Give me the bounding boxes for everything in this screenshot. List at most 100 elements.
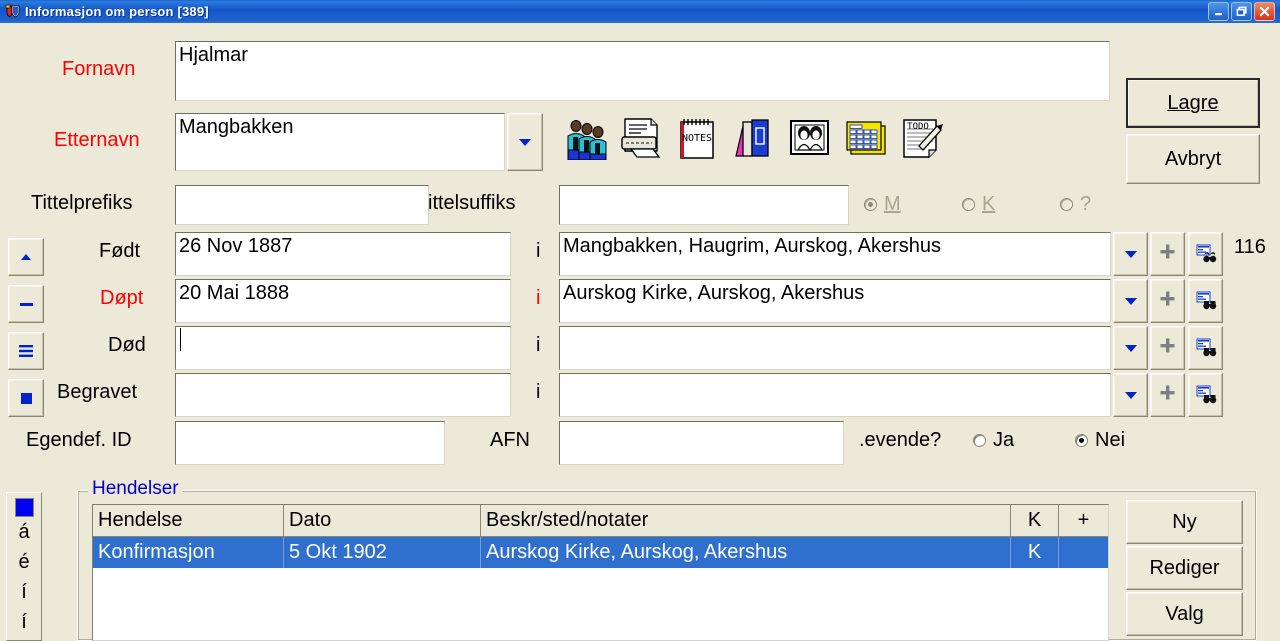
radio-dot-k [962,198,975,211]
tittelprefiks-label: Tittelprefiks [31,192,133,214]
table-row[interactable]: Konfirmasjon 5 Okt 1902 Aurskog Kirke, A… [93,537,1108,568]
nav-minus-button[interactable] [8,285,44,323]
window-controls [1208,2,1278,21]
egendef-id-input[interactable] [175,421,445,465]
fodt-place-input[interactable]: Mangbakken, Haugrim, Aurskog, Akershus [559,232,1111,276]
valg-button[interactable]: Valg [1126,592,1243,636]
fodt-place-dropdown-button[interactable] [1113,232,1148,276]
accent-char-i[interactable]: í [7,577,41,607]
fodt-date-value: 26 Nov 1887 [179,235,293,257]
accent-char-i2[interactable]: í [7,607,41,637]
restore-button[interactable] [1231,2,1252,21]
afn-input[interactable] [559,421,844,465]
close-button[interactable] [1254,2,1275,21]
notes-pad-icon[interactable]: NOTES [675,116,721,160]
fodt-date-input[interactable]: 26 Nov 1887 [175,232,511,276]
levende-radio-ja[interactable]: Ja [973,429,1014,452]
books-icon[interactable] [731,116,777,160]
nav-up-button[interactable] [8,238,44,276]
gender-radio-m[interactable]: M [864,193,901,216]
radio-dot-m [864,198,877,211]
calendar-grid-icon[interactable] [843,116,889,160]
ny-button-label: Ny [1172,510,1197,533]
dopt-sep-label: i [536,287,541,309]
begravet-date-input[interactable] [175,373,511,417]
window-title: Informasjon om person [389] [25,4,209,19]
fodt-add-button[interactable] [1150,232,1185,276]
cell-k: K [1011,537,1059,568]
gender-unknown-label: ? [1080,193,1092,215]
gender-radio-unknown[interactable]: ? [1060,193,1091,216]
cell-hendelse: Konfirmasjon [93,537,284,568]
begravet-add-button[interactable] [1150,373,1185,417]
etternavn-input[interactable]: Mangbakken [175,113,505,171]
fornavn-input[interactable]: Hjalmar [175,41,1110,101]
photo-frame-icon[interactable] [787,116,833,160]
dod-place-input[interactable] [559,326,1111,370]
plus-icon [1160,291,1175,311]
hendelser-group-title: Hendelser [88,478,183,500]
gender-radio-k[interactable]: K [962,193,995,216]
dopt-place-input[interactable]: Aurskog Kirke, Aurskog, Akershus [559,279,1111,323]
column-header-hendelse[interactable]: Hendelse [93,505,284,537]
dopt-date-input[interactable]: 20 Mai 1888 [175,279,511,323]
etternavn-label: Etternavn [54,129,140,151]
dopt-place-value: Aurskog Kirke, Aurskog, Akershus [563,282,865,304]
levende-radio-nei[interactable]: Nei [1075,429,1125,452]
dod-add-button[interactable] [1150,326,1185,370]
avbryt-button-label: Avbryt [1164,147,1222,170]
fornavn-value: Hjalmar [179,44,248,66]
minimize-button[interactable] [1208,2,1229,21]
ny-button[interactable]: Ny [1126,500,1243,544]
binoculars-icon [1195,291,1217,311]
begravet-search-button[interactable] [1188,373,1223,417]
fodt-search-button[interactable] [1188,232,1223,276]
begravet-place-dropdown-button[interactable] [1113,373,1148,417]
nav-list-button[interactable] [8,332,44,370]
plus-icon [1160,244,1175,264]
dopt-label: Døpt [100,287,144,309]
dopt-place-dropdown-button[interactable] [1113,279,1148,323]
list-lines-icon [19,340,33,363]
dod-sep-label: i [536,334,541,356]
column-header-dato[interactable]: Dato [284,505,481,537]
column-header-beskrivelse[interactable]: Beskr/sted/notater [481,505,1011,537]
todo-note-icon[interactable]: TODO [899,116,945,160]
levende-nei-label: Nei [1095,429,1126,451]
dopt-search-button[interactable] [1188,279,1223,323]
begravet-place-input[interactable] [559,373,1111,417]
table-header-row: Hendelse Dato Beskr/sted/notater K + [93,505,1108,537]
rediger-button[interactable]: Rediger [1126,546,1243,590]
color-swatch-button[interactable] [7,493,41,517]
dod-label: Død [108,334,146,356]
lagre-button-label: Lagre [1167,91,1219,114]
tittelsuffiks-label: ittelsuffiks [428,192,516,214]
print-document-icon[interactable] [619,116,665,160]
column-header-k[interactable]: K [1011,505,1059,537]
lagre-button[interactable]: Lagre [1126,78,1260,128]
tittelsuffiks-input[interactable] [559,185,849,225]
hendelser-table[interactable]: Hendelse Dato Beskr/sted/notater K + Kon… [92,504,1109,641]
nav-stop-button[interactable] [8,379,44,417]
dod-place-dropdown-button[interactable] [1113,326,1148,370]
fodt-sep-label: i [536,240,541,262]
accent-char-e[interactable]: é [7,547,41,577]
etternavn-dropdown-button[interactable] [507,113,543,171]
accent-char-a[interactable]: á [7,517,41,547]
binoculars-icon [1195,385,1217,405]
radio-dot-ja [973,434,986,447]
dopt-add-button[interactable] [1150,279,1185,323]
chevron-down-icon [519,138,531,146]
plus-icon [1160,385,1175,405]
svg-text:TODO: TODO [907,122,929,132]
column-header-plus[interactable]: + [1059,505,1108,537]
dod-search-button[interactable] [1188,326,1223,370]
chevron-down-icon [1124,250,1137,258]
title-bar: Informasjon om person [389] [0,0,1280,23]
dod-date-input[interactable] [175,326,511,370]
gender-m-label: M [884,193,901,215]
family-people-icon[interactable] [563,116,609,160]
avbryt-button[interactable]: Avbryt [1126,134,1260,184]
tittelprefiks-input[interactable] [175,185,429,225]
levende-label: .evende? [859,429,942,451]
